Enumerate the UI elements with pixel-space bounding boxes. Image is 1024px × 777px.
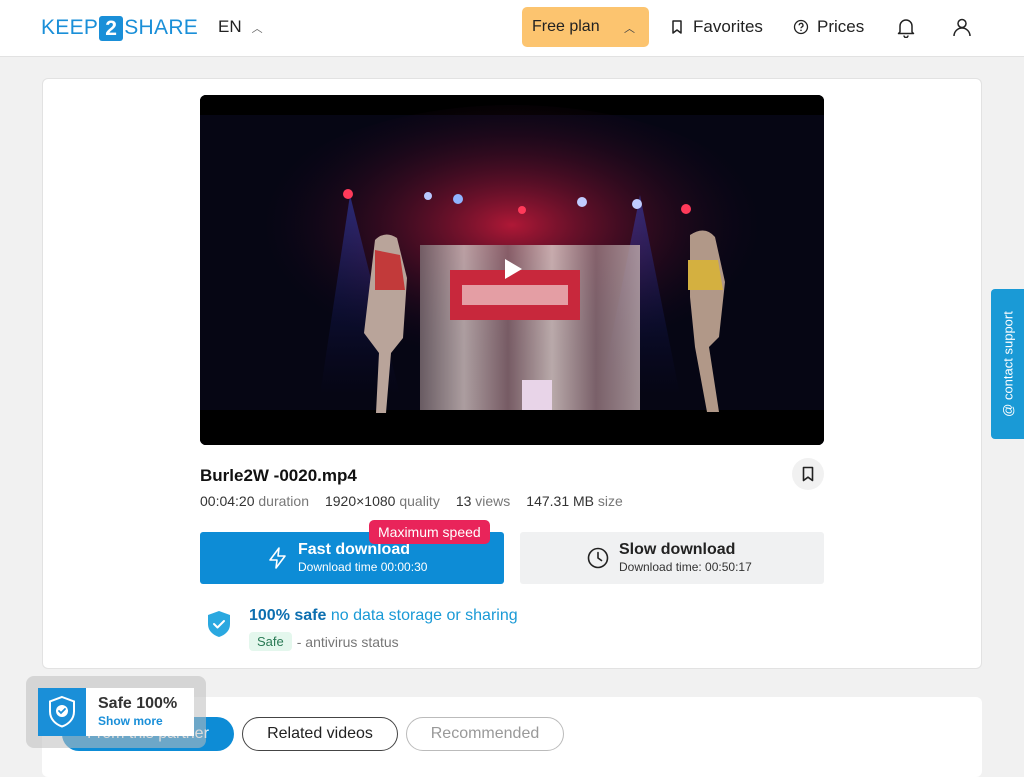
account-button[interactable] — [949, 14, 975, 40]
chevron-up-icon: ︿ — [624, 23, 635, 35]
file-duration: 00:04:20 duration — [200, 493, 309, 509]
top-header: KEEP 2 SHARE EN ︿ Free plan ︿ Favorites Pr… — [0, 0, 1024, 57]
shield-check-icon — [49, 695, 75, 728]
file-quality: 1920×1080 quality — [324, 493, 440, 509]
contact-support-tab[interactable]: @ contact support — [991, 289, 1024, 439]
slow-download-label: Slow download — [619, 541, 736, 558]
maximum-speed-badge: Maximum speed — [369, 520, 490, 544]
shield-check-icon — [208, 611, 230, 637]
favorites-link[interactable]: Favorites — [669, 17, 763, 37]
question-circle-icon — [793, 19, 809, 35]
tab-recommended[interactable]: Recommended — [406, 717, 564, 751]
safe-widget-link[interactable]: Show more — [98, 714, 177, 728]
tab-related-videos[interactable]: Related videos — [242, 717, 398, 751]
video-player[interactable] — [200, 95, 824, 445]
prices-label: Prices — [817, 17, 865, 36]
add-to-favorites-button[interactable] — [792, 458, 824, 490]
chevron-up-icon: ︿ — [251, 23, 263, 35]
keep2share-logo[interactable]: KEEP 2 SHARE — [41, 15, 198, 41]
file-name: Burle2W -0020.mp4 — [200, 466, 357, 485]
plan-label: Free plan — [532, 18, 600, 35]
file-meta: 00:04:20 duration 1920×1080 quality 13 v… — [200, 493, 623, 509]
bookmark-icon — [802, 466, 814, 482]
notifications-button[interactable] — [893, 14, 919, 40]
language-label: EN — [218, 17, 242, 36]
plan-selector-button[interactable]: Free plan ︿ — [522, 7, 649, 47]
user-icon — [953, 18, 971, 37]
safe-widget[interactable]: Safe 100% Show more — [26, 676, 206, 748]
file-size: 147.31 MB size — [526, 493, 623, 509]
video-thumbnail — [200, 95, 824, 445]
lightning-icon — [269, 547, 286, 569]
safe-widget-title: Safe 100% — [98, 695, 178, 712]
file-card: Burle2W -0020.mp4 00:04:20 duration 1920… — [42, 78, 982, 669]
bell-icon — [897, 19, 915, 38]
fast-download-time: Download time 00:00:30 — [298, 560, 428, 574]
favorites-label: Favorites — [693, 17, 763, 36]
language-selector[interactable]: EN ︿ — [218, 17, 263, 37]
file-views: 13 views — [455, 493, 511, 509]
antivirus-status: - antivirus status — [296, 633, 399, 650]
safety-subtitle: no data storage or sharing — [330, 607, 518, 624]
clock-icon — [587, 547, 609, 569]
bookmark-icon — [669, 19, 685, 35]
safety-title: 100% safe — [249, 607, 327, 624]
slow-download-button[interactable]: Slow download Download time: 00:50:17 — [520, 532, 824, 584]
slow-download-time: Download time: 00:50:17 — [619, 560, 752, 574]
antivirus-badge: Safe — [249, 632, 292, 651]
contact-support-label: @ contact support — [1000, 311, 1015, 417]
prices-link[interactable]: Prices — [793, 17, 864, 37]
